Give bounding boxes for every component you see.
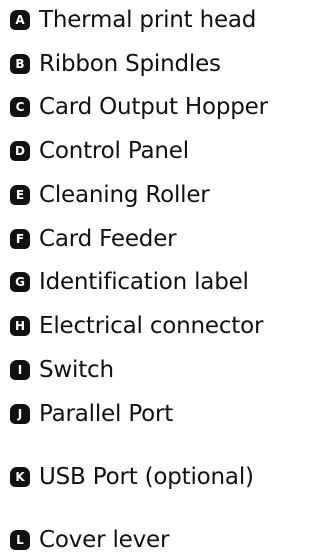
legend-item: B Ribbon Spindles — [10, 49, 221, 79]
legend-item: E Cleaning Roller — [10, 180, 210, 210]
legend-label: Switch — [39, 357, 114, 383]
letter-f-icon: F — [10, 229, 30, 249]
component-legend: A Thermal print head B Ribbon Spindles C… — [0, 0, 325, 553]
legend-label: Electrical connector — [39, 313, 264, 339]
legend-label: Thermal print head — [39, 7, 257, 33]
letter-j-icon: J — [10, 404, 30, 424]
letter-d-icon: D — [10, 141, 30, 161]
legend-label: Parallel Port — [39, 401, 174, 427]
legend-item: F Card Feeder — [10, 224, 177, 254]
legend-item: C Card Output Hopper — [10, 92, 268, 122]
legend-item: G Identification label — [10, 267, 249, 297]
letter-i-icon: I — [10, 360, 30, 380]
legend-label: Card Output Hopper — [39, 94, 268, 120]
legend-label: Cover lever — [39, 527, 170, 553]
legend-label: Ribbon Spindles — [39, 51, 221, 77]
letter-g-icon: G — [10, 272, 30, 292]
legend-label: Identification label — [39, 269, 249, 295]
legend-item: D Control Panel — [10, 136, 189, 166]
letter-a-icon: A — [10, 10, 30, 30]
legend-label: USB Port (optional) — [39, 464, 254, 490]
legend-item: I Switch — [10, 355, 114, 385]
letter-l-icon: L — [10, 530, 30, 550]
legend-item: K USB Port (optional) — [10, 462, 254, 492]
legend-label: Card Feeder — [39, 226, 177, 252]
legend-label: Control Panel — [39, 138, 189, 164]
legend-label: Cleaning Roller — [39, 182, 210, 208]
letter-h-icon: H — [10, 316, 30, 336]
letter-e-icon: E — [10, 185, 30, 205]
legend-item: A Thermal print head — [10, 5, 256, 35]
legend-item: H Electrical connector — [10, 311, 263, 341]
legend-item: L Cover lever — [10, 525, 169, 555]
letter-k-icon: K — [10, 467, 30, 487]
legend-item: J Parallel Port — [10, 399, 173, 429]
letter-b-icon: B — [10, 54, 30, 74]
letter-c-icon: C — [10, 97, 30, 117]
